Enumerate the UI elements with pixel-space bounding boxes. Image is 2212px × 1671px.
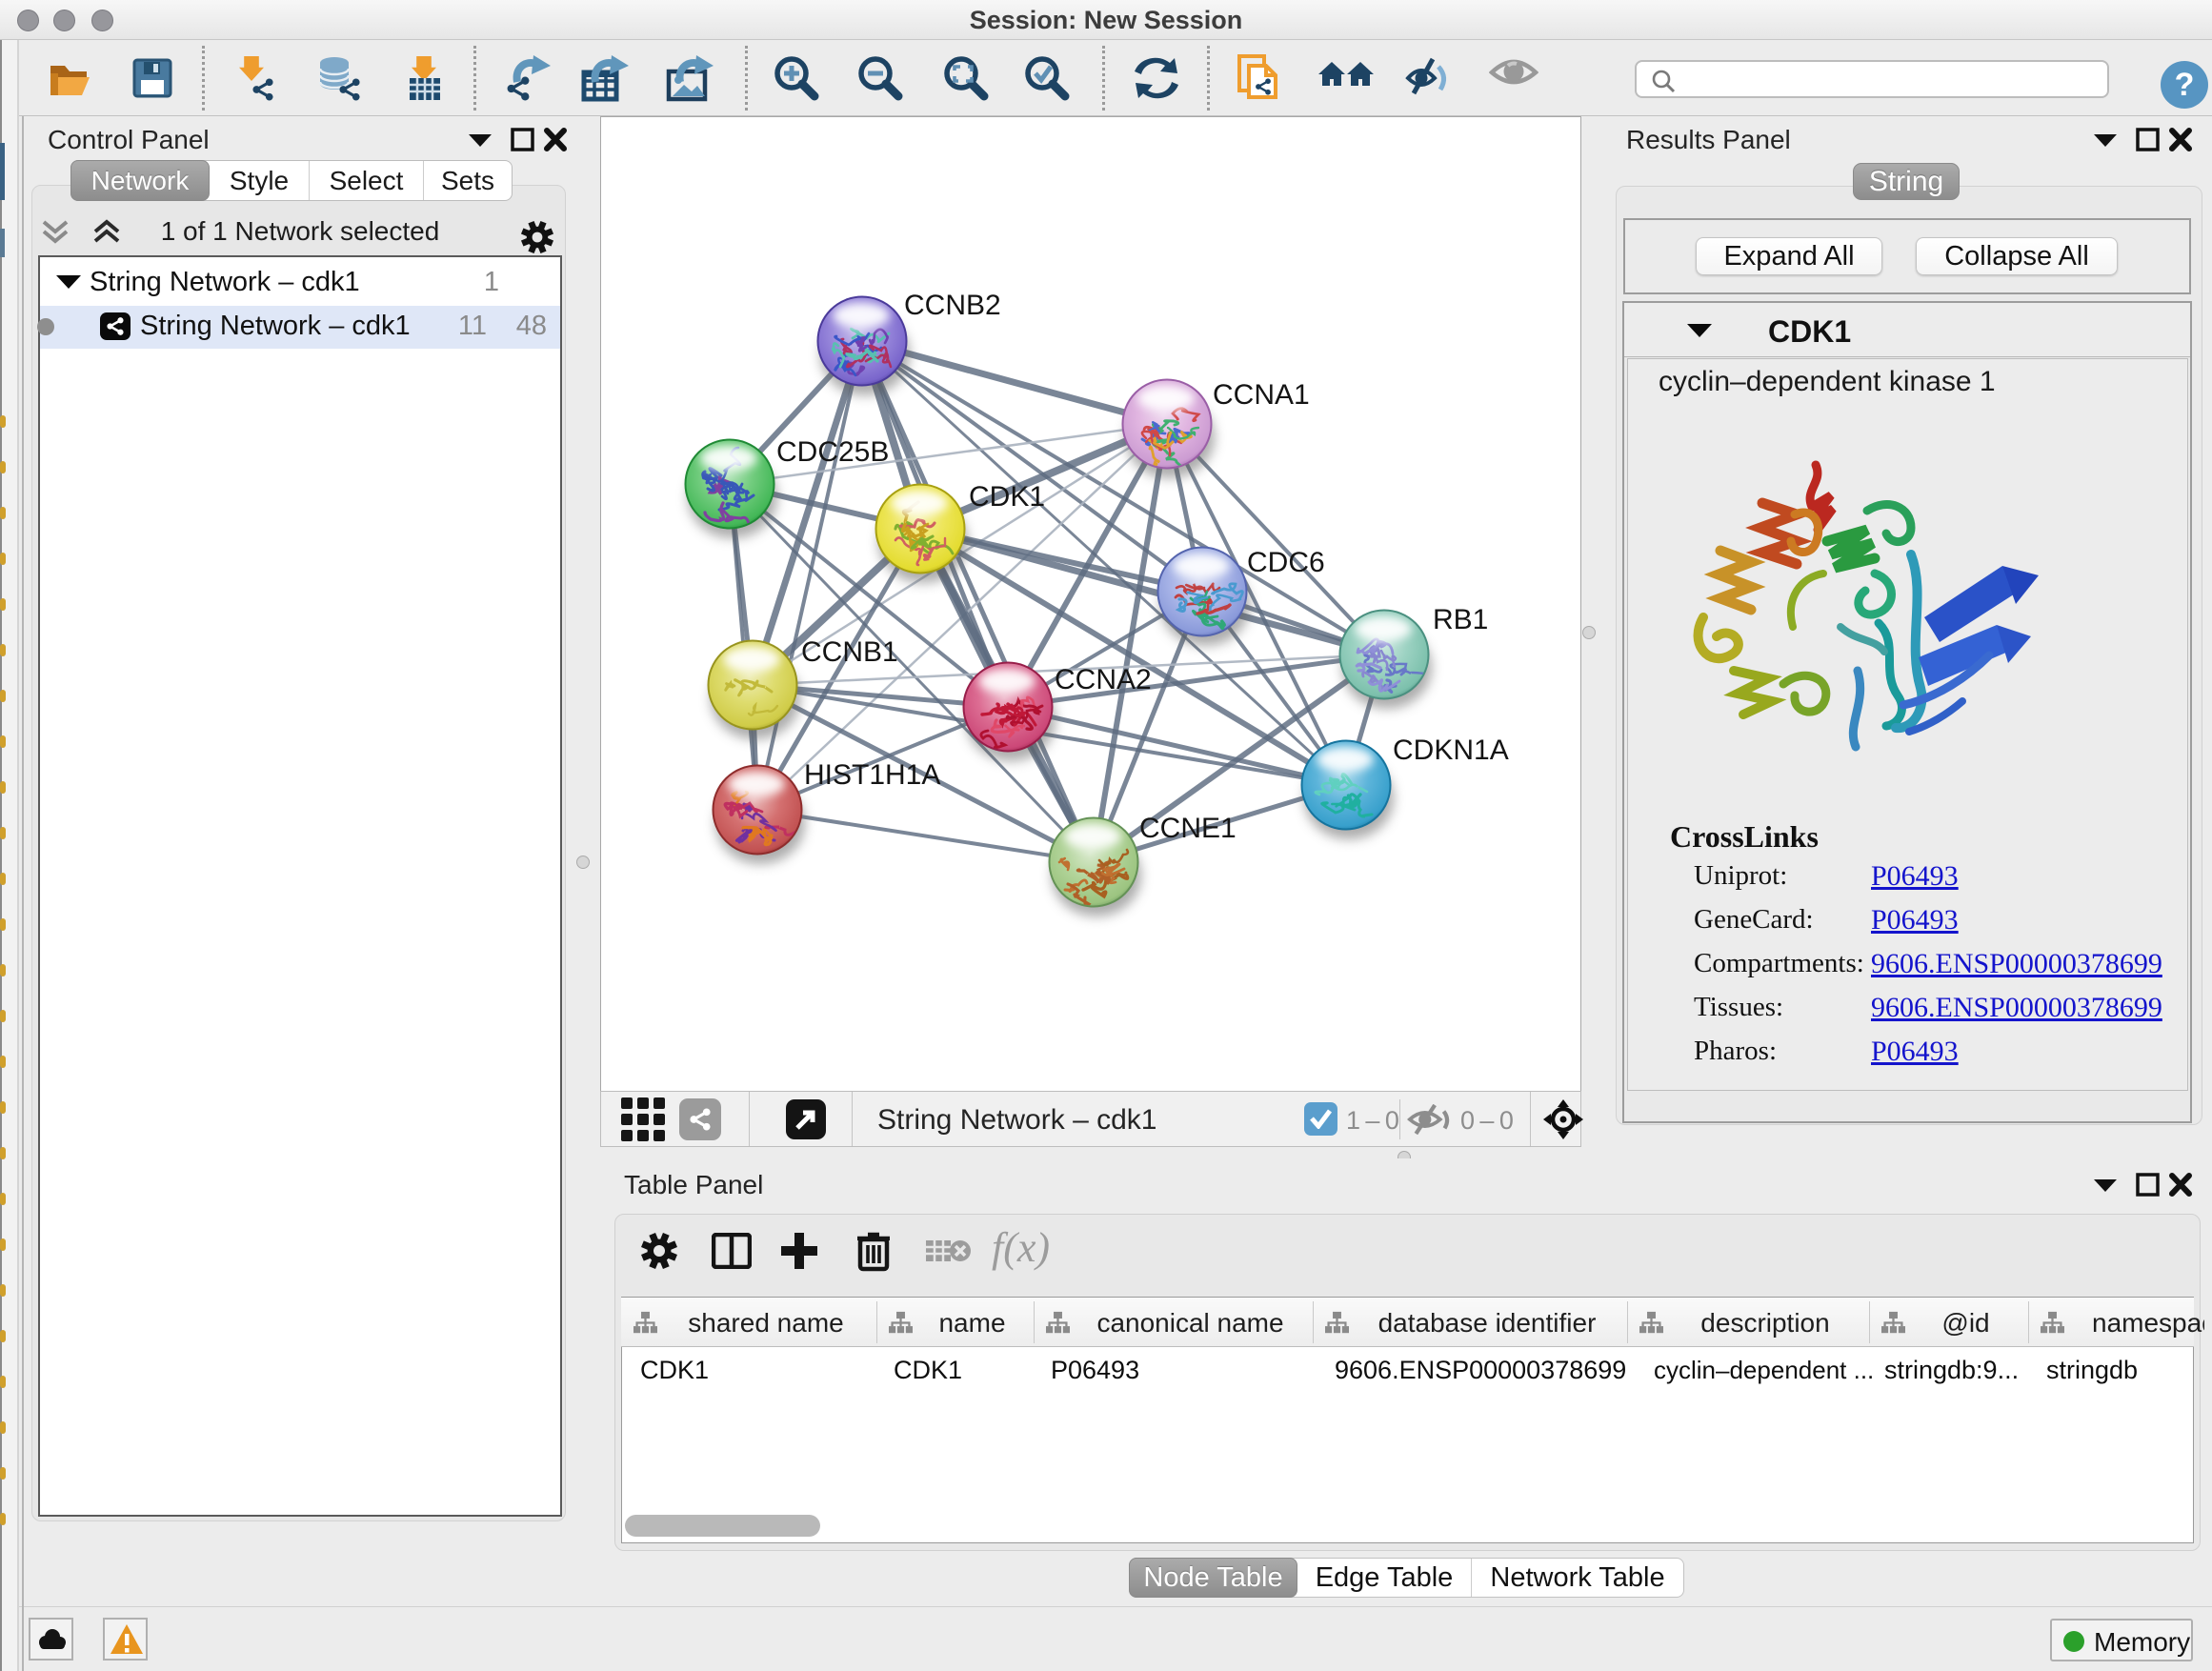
svg-text:CDC6: CDC6 bbox=[1247, 547, 1325, 578]
svg-text:CDKN1A: CDKN1A bbox=[1393, 735, 1509, 766]
svg-text:CCNE1: CCNE1 bbox=[1139, 813, 1237, 844]
svg-text:RB1: RB1 bbox=[1433, 604, 1488, 635]
svg-text:CDK1: CDK1 bbox=[969, 481, 1045, 513]
svg-text:CCNB1: CCNB1 bbox=[801, 636, 898, 668]
svg-text:CCNA2: CCNA2 bbox=[1055, 664, 1152, 695]
svg-text:HIST1H1A: HIST1H1A bbox=[804, 759, 940, 791]
svg-text:CDC25B: CDC25B bbox=[776, 436, 889, 468]
svg-text:?: ? bbox=[2175, 67, 2195, 103]
svg-text:CCNB2: CCNB2 bbox=[904, 290, 1001, 321]
svg-text:CCNA1: CCNA1 bbox=[1213, 379, 1310, 411]
